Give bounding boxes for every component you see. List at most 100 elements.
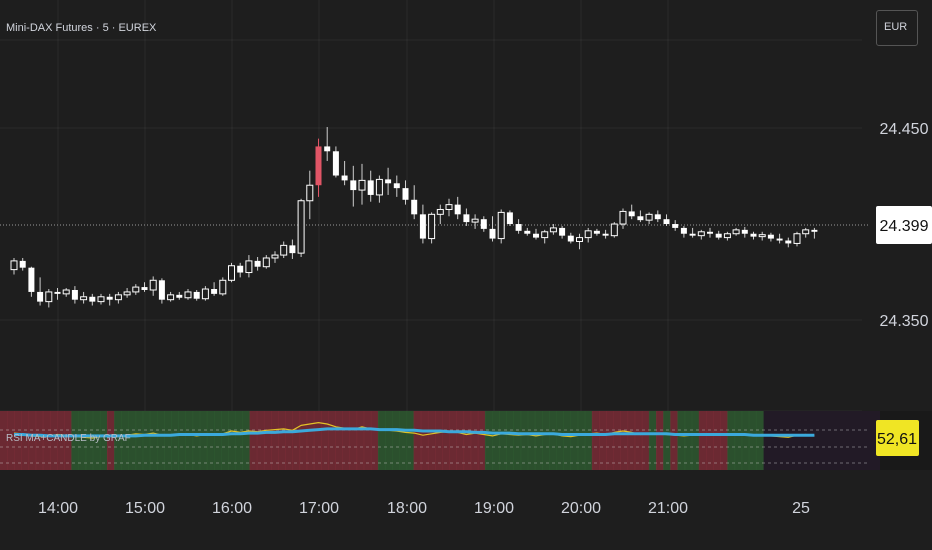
candle-body[interactable] <box>732 229 740 235</box>
candle-body[interactable] <box>707 231 713 234</box>
candle-body[interactable] <box>132 286 140 293</box>
candle-body[interactable] <box>576 237 583 242</box>
candle-body[interactable] <box>411 199 418 215</box>
candle-body[interactable] <box>254 260 261 267</box>
candle-body[interactable] <box>167 294 175 301</box>
candle-body[interactable] <box>176 294 183 298</box>
candle-body[interactable] <box>628 211 635 217</box>
candle-body[interactable] <box>489 228 496 239</box>
candle-body[interactable] <box>567 235 574 242</box>
candle-body[interactable] <box>584 230 592 239</box>
candle-body[interactable] <box>123 291 131 296</box>
candle-body[interactable] <box>297 200 305 254</box>
candle-body[interactable] <box>62 289 70 295</box>
candle-body[interactable] <box>559 227 566 236</box>
candle-body[interactable] <box>45 291 53 303</box>
candle-body[interactable] <box>463 214 470 223</box>
candle-body[interactable] <box>375 178 383 196</box>
candle-body[interactable] <box>793 233 801 244</box>
candle-body[interactable] <box>750 233 757 237</box>
candle-body[interactable] <box>228 265 235 281</box>
candle-body[interactable] <box>332 151 339 176</box>
candle-body[interactable] <box>114 294 122 301</box>
candle-body[interactable] <box>515 224 522 231</box>
candle-body[interactable] <box>549 227 557 233</box>
candle-body[interactable] <box>715 233 722 238</box>
candle-body[interactable] <box>201 288 209 300</box>
candle-body[interactable] <box>811 229 818 232</box>
candle-body[interactable] <box>654 214 661 220</box>
candle-body[interactable] <box>610 223 618 237</box>
rsi-zone-bull <box>171 411 179 470</box>
candle-body[interactable] <box>71 289 78 300</box>
candle-body[interactable] <box>785 240 792 244</box>
candle-body[interactable] <box>723 233 731 239</box>
candle-body[interactable] <box>533 233 539 238</box>
candle-body[interactable] <box>480 219 487 229</box>
candle-body[interactable] <box>741 229 748 234</box>
candle-body[interactable] <box>506 212 513 225</box>
candle-body[interactable] <box>106 296 113 300</box>
candle-body[interactable] <box>289 245 296 254</box>
candle-body[interactable] <box>367 180 374 195</box>
candle-body[interactable] <box>37 291 44 302</box>
symbol-title[interactable]: Mini-DAX Futures · 5 · EUREX <box>6 22 156 34</box>
currency-button[interactable]: EUR <box>876 10 918 46</box>
candle-body[interactable] <box>184 291 192 299</box>
candle-body[interactable] <box>280 244 288 256</box>
candle-body[interactable] <box>211 289 218 294</box>
candle-body[interactable] <box>524 230 531 234</box>
candle-body[interactable] <box>428 213 436 240</box>
candle-body[interactable] <box>262 257 270 268</box>
candle-body[interactable] <box>393 183 400 189</box>
indicator-title[interactable]: RSI MA+CANDLE by GRAF <box>6 433 131 444</box>
candle-body[interactable] <box>28 267 35 292</box>
candle-body[interactable] <box>245 260 253 274</box>
candle-body[interactable] <box>219 279 227 295</box>
candle-body[interactable] <box>619 210 627 225</box>
candle-body[interactable] <box>358 179 366 191</box>
candle-body[interactable] <box>306 184 314 202</box>
candle-body[interactable] <box>402 188 409 200</box>
candle-body[interactable] <box>680 227 687 234</box>
candle-body[interactable] <box>637 216 644 221</box>
candle-body[interactable] <box>141 287 148 290</box>
candle-body[interactable] <box>89 296 96 302</box>
candle-body[interactable] <box>689 233 696 236</box>
candle-body[interactable] <box>341 175 348 181</box>
candle-body[interactable] <box>602 233 609 236</box>
candle-body[interactable] <box>802 229 810 235</box>
candle-body[interactable] <box>80 296 88 301</box>
candle-body[interactable] <box>767 234 774 239</box>
candle-body[interactable] <box>54 291 61 294</box>
candle-body[interactable] <box>497 211 505 240</box>
candle-body[interactable] <box>776 238 783 241</box>
candle-body[interactable] <box>193 291 200 299</box>
candle-body[interactable] <box>271 254 279 259</box>
candle-body[interactable] <box>645 213 653 221</box>
candle-body[interactable] <box>436 208 444 215</box>
candle-body[interactable] <box>19 260 26 268</box>
candle-body[interactable] <box>758 234 766 238</box>
candle-body[interactable] <box>454 204 461 215</box>
candle-body[interactable] <box>663 219 670 225</box>
candle-body[interactable] <box>149 279 157 291</box>
candle-body[interactable] <box>697 231 705 237</box>
rsi-zone-bull <box>648 411 657 470</box>
candle-body[interactable] <box>541 231 549 239</box>
candle-body[interactable] <box>10 260 18 271</box>
candle-body[interactable] <box>350 180 357 191</box>
candle-body[interactable] <box>445 204 453 210</box>
candle-body[interactable] <box>237 265 244 273</box>
candle-body[interactable] <box>158 280 165 300</box>
candle-body[interactable] <box>385 179 392 184</box>
candle-body[interactable] <box>672 224 679 228</box>
chart-canvas[interactable]: 24.450 24.350 24.399 52,61 14:00 15:00 16:00 17… <box>0 0 932 550</box>
candle-body[interactable] <box>419 214 426 239</box>
candle-body[interactable] <box>324 146 331 152</box>
candle-body[interactable] <box>593 230 600 234</box>
rsi-zone-bear <box>335 411 343 470</box>
candle-body[interactable] <box>315 146 322 186</box>
candle-body[interactable] <box>471 218 479 223</box>
candle-body[interactable] <box>97 296 105 303</box>
